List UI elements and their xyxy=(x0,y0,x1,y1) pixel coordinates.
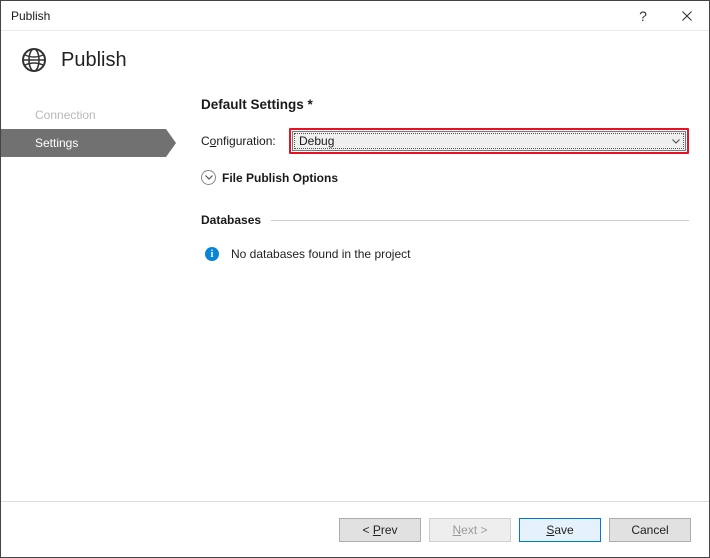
cancel-button[interactable]: Cancel xyxy=(609,518,691,542)
file-publish-options-expander[interactable]: File Publish Options xyxy=(201,170,689,185)
configuration-value: Debug xyxy=(299,134,334,148)
save-button[interactable]: Save xyxy=(519,518,601,542)
close-button[interactable] xyxy=(665,1,709,31)
chevron-down-icon xyxy=(205,175,213,180)
expander-label: File Publish Options xyxy=(222,171,338,185)
dialog-footer: < Prev Next > Save Cancel xyxy=(1,501,709,557)
info-icon: i xyxy=(205,247,219,261)
content-pane: Default Settings * Configuration: Debug xyxy=(166,95,709,501)
databases-message: No databases found in the project xyxy=(231,247,410,261)
configuration-label: Configuration: xyxy=(201,134,289,148)
databases-section-header: Databases xyxy=(201,213,689,227)
dialog-body: Connection Settings Default Settings * C… xyxy=(1,95,709,501)
configuration-highlight: Debug xyxy=(289,128,689,154)
divider xyxy=(271,220,689,221)
titlebar: Publish ? xyxy=(1,1,709,31)
prev-button[interactable]: < Prev xyxy=(339,518,421,542)
globe-icon xyxy=(21,47,47,73)
window-title: Publish xyxy=(11,9,621,23)
next-button: Next > xyxy=(429,518,511,542)
section-heading: Default Settings * xyxy=(201,97,689,112)
sidebar-item-label: Connection xyxy=(35,108,96,122)
publish-dialog: Publish ? Publish Connection Settings xyxy=(0,0,710,558)
close-icon xyxy=(682,11,692,21)
sidebar-item-connection[interactable]: Connection xyxy=(1,101,166,129)
page-title: Publish xyxy=(61,49,127,72)
databases-label: Databases xyxy=(201,213,261,227)
configuration-dropdown[interactable]: Debug xyxy=(292,131,686,151)
sidebar-item-label: Settings xyxy=(35,136,78,150)
sidebar: Connection Settings xyxy=(1,95,166,501)
chevron-down-icon xyxy=(672,139,680,144)
expand-toggle-icon xyxy=(201,170,216,185)
sidebar-item-settings[interactable]: Settings xyxy=(1,129,166,157)
databases-info: i No databases found in the project xyxy=(201,247,689,261)
help-button[interactable]: ? xyxy=(621,1,665,31)
dialog-header: Publish xyxy=(1,31,709,95)
configuration-row: Configuration: Debug xyxy=(201,128,689,154)
